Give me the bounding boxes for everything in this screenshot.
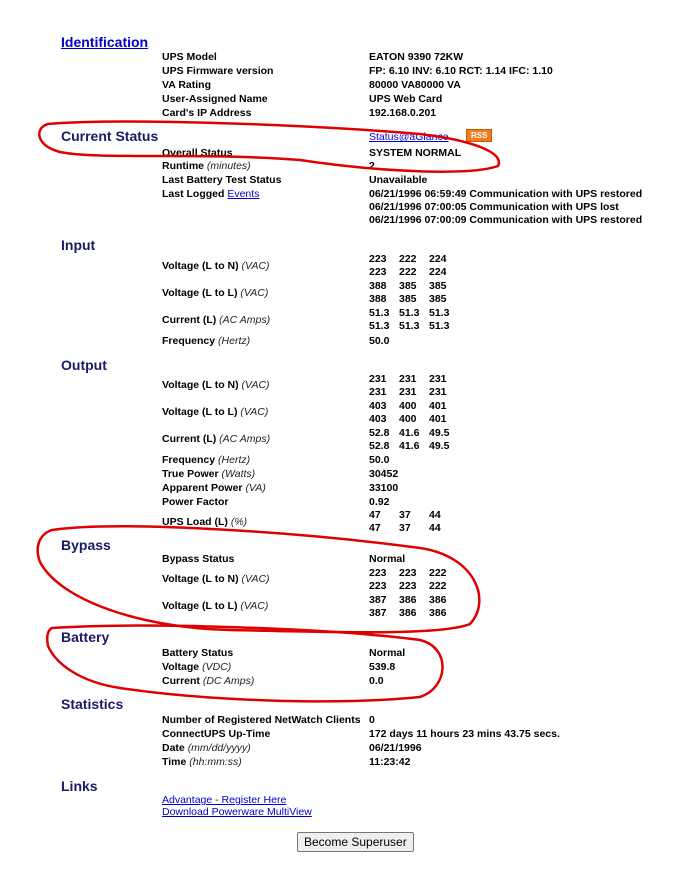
input-current-row: 51.3 51.3 51.3 xyxy=(369,307,450,319)
time-value: 11:23:42 xyxy=(369,756,411,768)
advantage-register-link[interactable]: Advantage - Register Here xyxy=(162,794,286,806)
input-current-label: Current (L) (AC Amps) xyxy=(162,314,271,326)
va-rating-label: VA Rating xyxy=(162,79,211,91)
input-voltage-ll-row: 388 385 385 xyxy=(369,293,447,305)
true-power-label: True Power (Watts) xyxy=(162,468,256,480)
output-voltage-ln-row: 231 231 231 xyxy=(369,386,447,398)
become-superuser-button[interactable]: Become Superuser xyxy=(297,832,414,852)
date-value: 06/21/1996 xyxy=(369,742,422,754)
battery-header: Battery xyxy=(61,629,110,645)
input-voltage-ll-row: 388 385 385 xyxy=(369,280,447,292)
netwatch-clients-value: 0 xyxy=(369,714,375,726)
event-entry: 06/21/1996 07:00:05 Communication with U… xyxy=(369,201,619,213)
uptime-value: 172 days 11 hours 23 mins 43.75 secs. xyxy=(369,728,560,740)
input-frequency-value: 50.0 xyxy=(369,335,390,347)
battery-voltage-value: 539.8 xyxy=(369,661,396,673)
input-voltage-ln-row: 223 222 224 xyxy=(369,253,447,265)
netwatch-clients-label: Number of Registered NetWatch Clients xyxy=(162,714,361,726)
bypass-voltage-ln-row: 223 223 222 xyxy=(369,580,447,592)
event-entry: 06/21/1996 06:59:49 Communication with U… xyxy=(369,188,643,200)
current-status-header: Current Status xyxy=(61,128,159,144)
overall-status-value: SYSTEM NORMAL xyxy=(369,147,462,159)
input-frequency-label: Frequency (Hertz) xyxy=(162,335,251,347)
battery-voltage-label: Voltage (VDC) xyxy=(162,661,232,673)
ip-address-value: 192.168.0.201 xyxy=(369,107,437,119)
runtime-value: 2 xyxy=(369,160,375,172)
firmware-value: FP: 6.10 INV: 6.10 RCT: 1.14 IFC: 1.10 xyxy=(369,65,553,77)
input-voltage-ll-label: Voltage (L to L) (VAC) xyxy=(162,287,269,299)
output-frequency-label: Frequency (Hertz) xyxy=(162,454,251,466)
input-voltage-ln-row: 223 222 224 xyxy=(369,266,447,278)
battery-test-label: Last Battery Test Status xyxy=(162,174,282,186)
user-name-value: UPS Web Card xyxy=(369,93,443,105)
bypass-voltage-ll-row: 387 386 386 xyxy=(369,594,447,606)
battery-current-value: 0.0 xyxy=(369,675,384,687)
statistics-header: Statistics xyxy=(61,696,124,712)
apparent-power-label: Apparent Power (VA) xyxy=(162,482,266,494)
bypass-voltage-ln-row: 223 223 222 xyxy=(369,567,447,579)
battery-status-label: Battery Status xyxy=(162,647,234,659)
ups-load-row: 47 37 44 xyxy=(369,522,441,534)
bypass-header: Bypass xyxy=(61,537,111,553)
user-name-label: User-Assigned Name xyxy=(162,93,268,105)
output-voltage-ll-row: 403 400 401 xyxy=(369,413,447,425)
download-multiview-link[interactable]: Download Powerware MultiView xyxy=(162,806,312,818)
output-header: Output xyxy=(61,357,107,373)
last-logged-label: Last Logged Events xyxy=(162,188,260,200)
uptime-label: ConnectUPS Up-Time xyxy=(162,728,271,740)
status-at-a-glance-link[interactable]: Status@aGlance xyxy=(369,131,449,143)
links-header: Links xyxy=(61,778,98,794)
output-current-row: 52.8 41.6 49.5 xyxy=(369,440,450,452)
ups-model-value: EATON 9390 72KW xyxy=(369,51,464,63)
output-voltage-ln-label: Voltage (L to N) (VAC) xyxy=(162,379,270,391)
overall-status-label: Overall Status xyxy=(162,147,233,159)
power-factor-value: 0.92 xyxy=(369,496,390,508)
output-voltage-ll-row: 403 400 401 xyxy=(369,400,447,412)
output-current-label: Current (L) (AC Amps) xyxy=(162,433,271,445)
time-label: Time (hh:mm:ss) xyxy=(162,756,242,768)
event-entry: 06/21/1996 07:00:09 Communication with U… xyxy=(369,214,643,226)
output-frequency-value: 50.0 xyxy=(369,454,390,466)
identification-link[interactable]: Identification xyxy=(61,34,148,50)
true-power-value: 30452 xyxy=(369,468,399,480)
battery-current-label: Current (DC Amps) xyxy=(162,675,255,687)
output-voltage-ln-row: 231 231 231 xyxy=(369,373,447,385)
bypass-status-label: Bypass Status xyxy=(162,553,235,565)
date-label: Date (mm/dd/yyyy) xyxy=(162,742,251,754)
ups-model-label: UPS Model xyxy=(162,51,217,63)
ip-address-label: Card's IP Address xyxy=(162,107,252,119)
battery-test-value: Unavailable xyxy=(369,174,428,186)
input-voltage-ln-label: Voltage (L to N) (VAC) xyxy=(162,260,270,272)
input-header: Input xyxy=(61,237,96,253)
rss-icon[interactable]: RSS xyxy=(466,129,493,142)
bypass-status-value: Normal xyxy=(369,553,406,565)
firmware-label: UPS Firmware version xyxy=(162,65,274,77)
va-rating-value: 80000 VA80000 VA xyxy=(369,79,461,91)
ups-load-row: 47 37 44 xyxy=(369,509,441,521)
power-factor-label: Power Factor xyxy=(162,496,229,508)
output-current-row: 52.8 41.6 49.5 xyxy=(369,427,450,439)
ups-load-label: UPS Load (L) (%) xyxy=(162,516,248,528)
apparent-power-value: 33100 xyxy=(369,482,399,494)
input-current-row: 51.3 51.3 51.3 xyxy=(369,320,450,332)
bypass-voltage-ll-label: Voltage (L to L) (VAC) xyxy=(162,600,269,612)
bypass-voltage-ll-row: 387 386 386 xyxy=(369,607,447,619)
battery-status-value: Normal xyxy=(369,647,406,659)
bypass-voltage-ln-label: Voltage (L to N) (VAC) xyxy=(162,573,270,585)
events-link[interactable]: Events xyxy=(227,188,259,200)
output-voltage-ll-label: Voltage (L to L) (VAC) xyxy=(162,406,269,418)
runtime-label: Runtime (minutes) xyxy=(162,160,251,172)
